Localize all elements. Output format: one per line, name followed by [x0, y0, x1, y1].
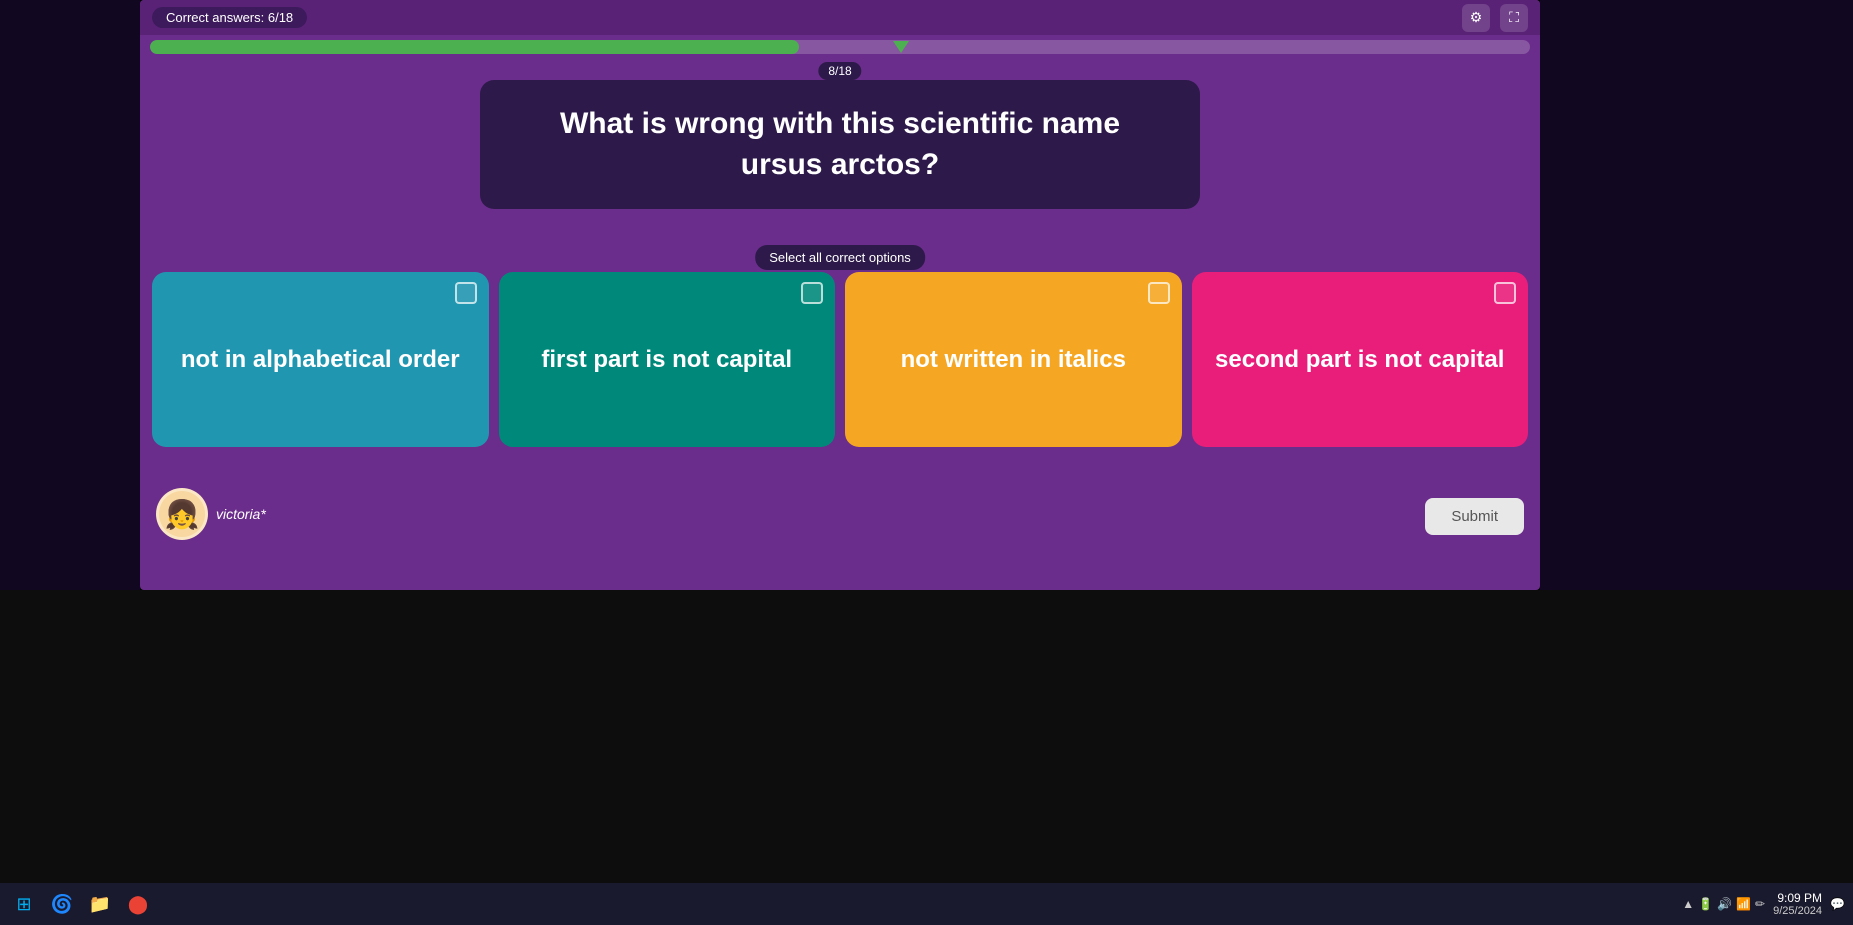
user-area: 👧 victoria* [156, 488, 266, 540]
settings-icon: ⚙ [1470, 9, 1483, 26]
settings-button[interactable]: ⚙ [1462, 4, 1490, 32]
bg-bottom-panel [0, 590, 1853, 883]
option-text-2: first part is not capital [541, 344, 792, 375]
select-all-label: Select all correct options [755, 245, 925, 270]
taskbar-windows-icon[interactable]: ⊞ [8, 888, 40, 920]
volume-icon: 🔊 [1717, 897, 1732, 911]
pen-icon: ✏ [1755, 897, 1765, 911]
select-all-text: Select all correct options [769, 250, 911, 265]
username: victoria* [216, 506, 266, 522]
option-text-3: not written in italics [901, 344, 1126, 375]
progress-marker [893, 41, 909, 53]
bg-left-panel [0, 0, 140, 590]
checkbox-4[interactable] [1494, 282, 1516, 304]
progress-counter: 8/18 [818, 62, 861, 80]
options-row: not in alphabetical order first part is … [152, 272, 1528, 447]
checkbox-2[interactable] [801, 282, 823, 304]
clock-time: 9:09 PM [1773, 891, 1822, 905]
progress-bar-container [150, 40, 1530, 54]
correct-answers-badge: Correct answers: 6/18 [152, 7, 307, 28]
taskbar: ⊞ 🌀 📁 ⬤ ▲ 🔋 🔊 📶 ✏ 9:09 PM 9/25/2024 💬 [0, 883, 1853, 925]
system-clock: 9:09 PM 9/25/2024 [1773, 891, 1822, 917]
notification-icon[interactable]: 💬 [1830, 897, 1845, 911]
question-box: What is wrong with this scientific name … [480, 80, 1200, 209]
top-right-icons: ⚙ ⛶ [1462, 4, 1528, 32]
taskbar-edge-icon[interactable]: 🌀 [46, 888, 78, 920]
system-icons: ▲ 🔋 🔊 📶 ✏ [1682, 897, 1765, 911]
progress-counter-text: 8/18 [828, 64, 851, 78]
network-icon: ▲ [1682, 897, 1694, 911]
main-screen: Correct answers: 6/18 ⚙ ⛶ 8/18 What is w… [140, 0, 1540, 590]
correct-answers-text: Correct answers: 6/18 [166, 10, 293, 25]
option-card-4[interactable]: second part is not capital [1192, 272, 1529, 447]
taskbar-right: ▲ 🔋 🔊 📶 ✏ 9:09 PM 9/25/2024 💬 [1682, 891, 1845, 917]
checkbox-3[interactable] [1148, 282, 1170, 304]
taskbar-chrome-icon[interactable]: ⬤ [122, 888, 154, 920]
checkbox-1[interactable] [455, 282, 477, 304]
fullscreen-button[interactable]: ⛶ [1500, 4, 1528, 32]
submit-button[interactable]: Submit [1425, 498, 1524, 535]
fullscreen-icon: ⛶ [1509, 9, 1519, 26]
wifi-icon: 📶 [1736, 897, 1751, 911]
progress-fill [150, 40, 799, 54]
battery-icon: 🔋 [1698, 897, 1713, 911]
clock-date: 9/25/2024 [1773, 905, 1822, 917]
option-card-1[interactable]: not in alphabetical order [152, 272, 489, 447]
option-text-1: not in alphabetical order [181, 344, 460, 375]
avatar: 👧 [156, 488, 208, 540]
option-text-4: second part is not capital [1215, 344, 1504, 375]
option-card-2[interactable]: first part is not capital [499, 272, 836, 447]
top-bar: Correct answers: 6/18 ⚙ ⛶ [140, 0, 1540, 35]
bg-right-panel [1540, 0, 1853, 590]
question-text: What is wrong with this scientific name … [520, 104, 1160, 185]
option-card-3[interactable]: not written in italics [845, 272, 1182, 447]
taskbar-explorer-icon[interactable]: 📁 [84, 888, 116, 920]
